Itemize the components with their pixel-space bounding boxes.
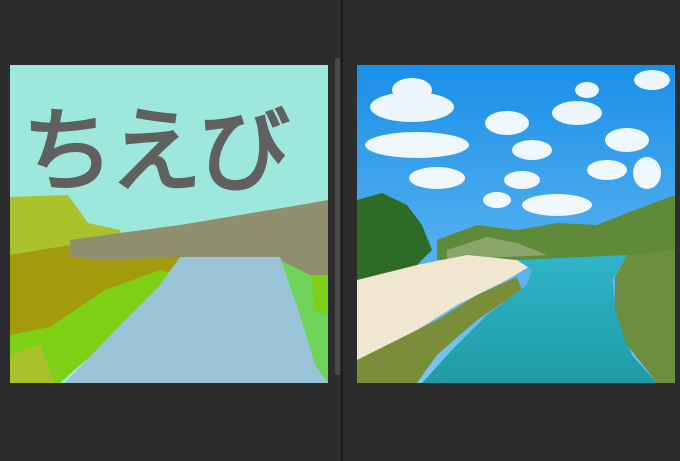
photo-canvas[interactable]	[357, 65, 675, 383]
sketch-handwritten-text: ちえび	[22, 98, 290, 205]
landscape-photo-icon	[357, 65, 675, 383]
left-pane-scrollbar[interactable]	[335, 58, 340, 375]
sketch-canvas[interactable]: ちえび	[10, 65, 328, 383]
